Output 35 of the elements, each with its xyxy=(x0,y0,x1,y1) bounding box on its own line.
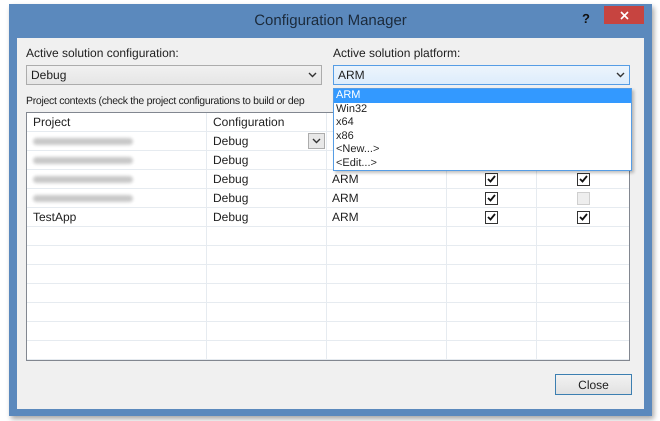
table-cell-text: Debug xyxy=(213,171,248,188)
section-label: Project contexts (check the project configurations to build or dep xyxy=(26,94,304,110)
cell-dropdown-button[interactable] xyxy=(308,133,325,149)
table-cell-text: Debug xyxy=(213,133,248,150)
checkbox[interactable] xyxy=(485,172,498,186)
close-dialog-button[interactable]: Close xyxy=(555,374,632,395)
checkbox[interactable] xyxy=(576,210,590,224)
chevron-down-icon xyxy=(308,72,317,78)
dropdown-option[interactable]: Win32 xyxy=(334,102,631,116)
platform-dropdown[interactable]: ARM xyxy=(333,65,630,85)
checkbox[interactable] xyxy=(485,192,498,204)
column-header: Configuration xyxy=(213,114,284,131)
dropdown-option[interactable]: x64 xyxy=(334,116,631,130)
help-button[interactable]: ? xyxy=(582,9,590,29)
checkbox[interactable] xyxy=(485,210,498,224)
chevron-down-icon xyxy=(616,72,625,78)
table-cell-text: ARM xyxy=(332,190,359,207)
configuration-dropdown[interactable]: Debug xyxy=(26,65,322,85)
table-cell-text: Debug xyxy=(213,152,248,169)
table-cell-text: Debug xyxy=(213,209,248,226)
close-button[interactable] xyxy=(604,6,644,24)
field-label: Active solution platform: xyxy=(333,45,462,62)
table-cell-text: Debug xyxy=(213,190,248,207)
close-icon xyxy=(620,10,628,20)
dropdown-option[interactable]: <Edit...> xyxy=(334,156,631,170)
dropdown-option[interactable]: <New...> xyxy=(334,143,631,156)
checkbox[interactable] xyxy=(576,172,590,186)
window-title: Configuration Manager xyxy=(253,10,408,31)
table-cell-text: ARM xyxy=(332,209,359,226)
column-header: Project xyxy=(33,114,70,131)
table-cell-text: ARM xyxy=(332,171,359,188)
table-cell-text: TestApp xyxy=(33,209,76,226)
dropdown-option[interactable]: x86 xyxy=(334,130,631,143)
chevron-down-icon xyxy=(312,138,321,144)
field-label: Active solution configuration: xyxy=(26,45,180,62)
